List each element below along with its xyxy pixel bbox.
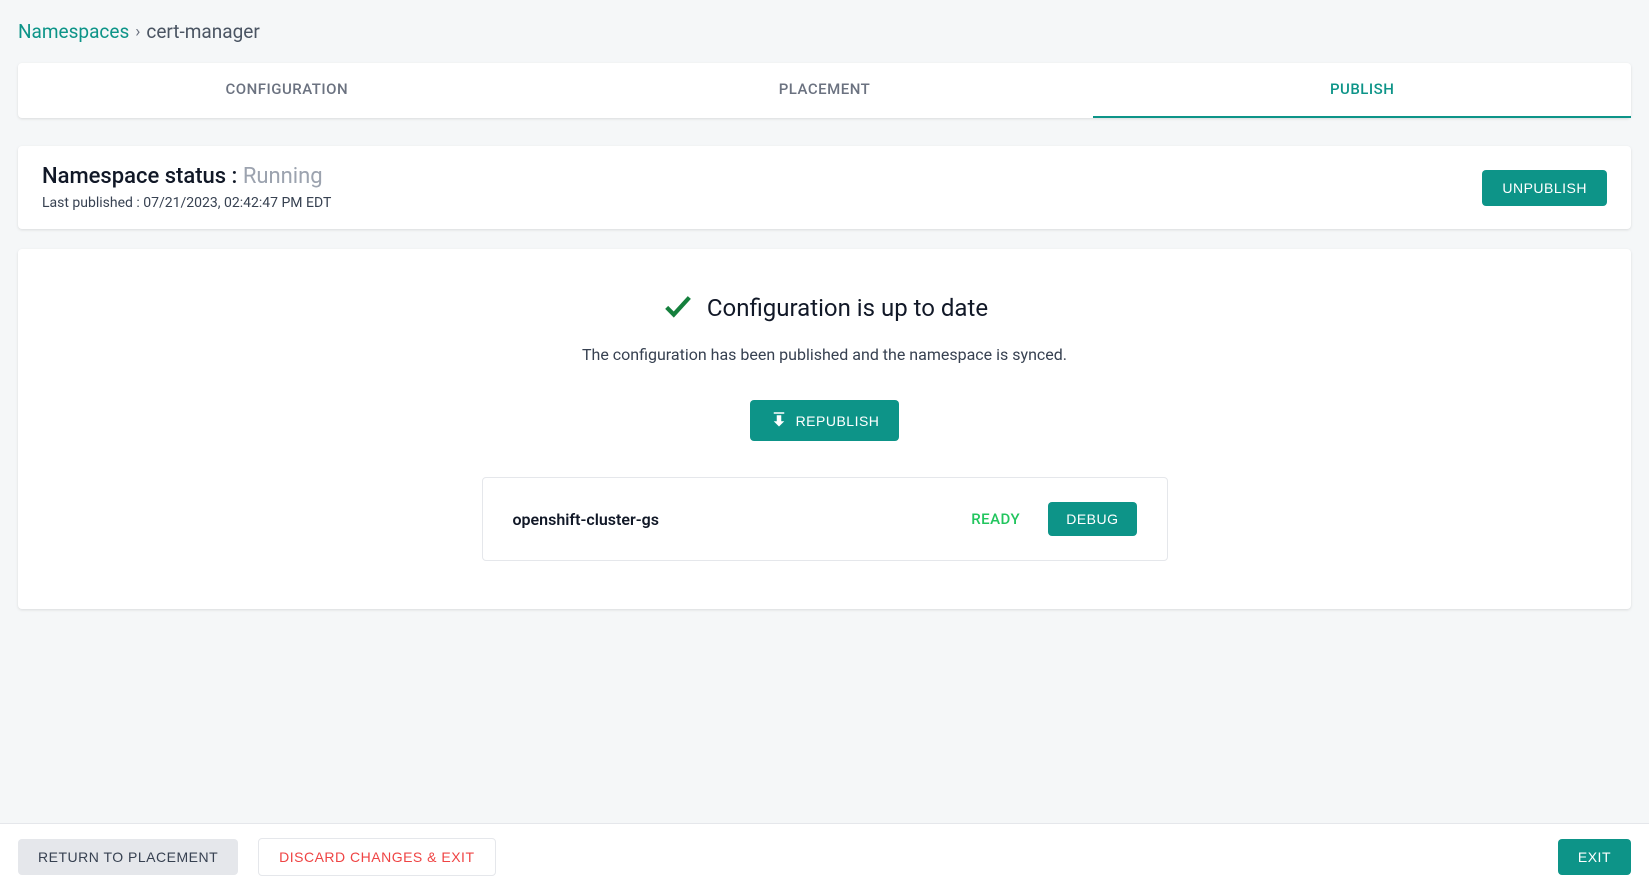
last-published-label: Last published : <box>42 195 143 211</box>
discard-changes-exit-button[interactable]: DISCARD CHANGES & EXIT <box>258 838 495 876</box>
namespace-status-title: Namespace status : Running <box>42 164 331 189</box>
status-info: Namespace status : Running Last publishe… <box>42 164 331 211</box>
republish-label: REPUBLISH <box>796 413 880 429</box>
namespace-status-label: Namespace status : <box>42 164 243 189</box>
cluster-name: openshift-cluster-gs <box>513 510 972 529</box>
tab-configuration[interactable]: CONFIGURATION <box>18 63 556 118</box>
exit-button[interactable]: EXIT <box>1558 839 1631 875</box>
cluster-row: openshift-cluster-gs READY DEBUG <box>482 477 1168 561</box>
unpublish-button[interactable]: UNPUBLISH <box>1482 170 1607 206</box>
namespace-status-value: Running <box>243 164 323 189</box>
republish-row: REPUBLISH <box>42 400 1607 441</box>
tab-publish[interactable]: PUBLISH <box>1093 63 1631 118</box>
return-to-placement-button[interactable]: RETURN TO PLACEMENT <box>18 839 238 875</box>
footer-bar: RETURN TO PLACEMENT DISCARD CHANGES & EX… <box>0 823 1649 890</box>
tab-placement[interactable]: PLACEMENT <box>556 63 1094 118</box>
sync-header: Configuration is up to date <box>42 289 1607 327</box>
sync-card: Configuration is up to date The configur… <box>18 249 1631 609</box>
breadcrumb-current: cert-manager <box>146 20 259 43</box>
last-published-value: 07/21/2023, 02:42:47 PM EDT <box>143 195 331 211</box>
checkmark-icon <box>661 289 695 327</box>
breadcrumb: Namespaces › cert-manager <box>18 20 1631 43</box>
breadcrumb-namespaces-link[interactable]: Namespaces <box>18 20 129 43</box>
breadcrumb-separator: › <box>135 22 140 42</box>
tabs-bar: CONFIGURATION PLACEMENT PUBLISH <box>18 63 1631 118</box>
cluster-status: READY <box>971 510 1020 528</box>
debug-button[interactable]: DEBUG <box>1048 502 1136 536</box>
last-published: Last published : 07/21/2023, 02:42:47 PM… <box>42 195 331 211</box>
sync-title: Configuration is up to date <box>707 294 988 322</box>
status-card: Namespace status : Running Last publishe… <box>18 146 1631 229</box>
publish-icon <box>770 410 788 431</box>
sync-description: The configuration has been published and… <box>42 345 1607 364</box>
republish-button[interactable]: REPUBLISH <box>750 400 900 441</box>
